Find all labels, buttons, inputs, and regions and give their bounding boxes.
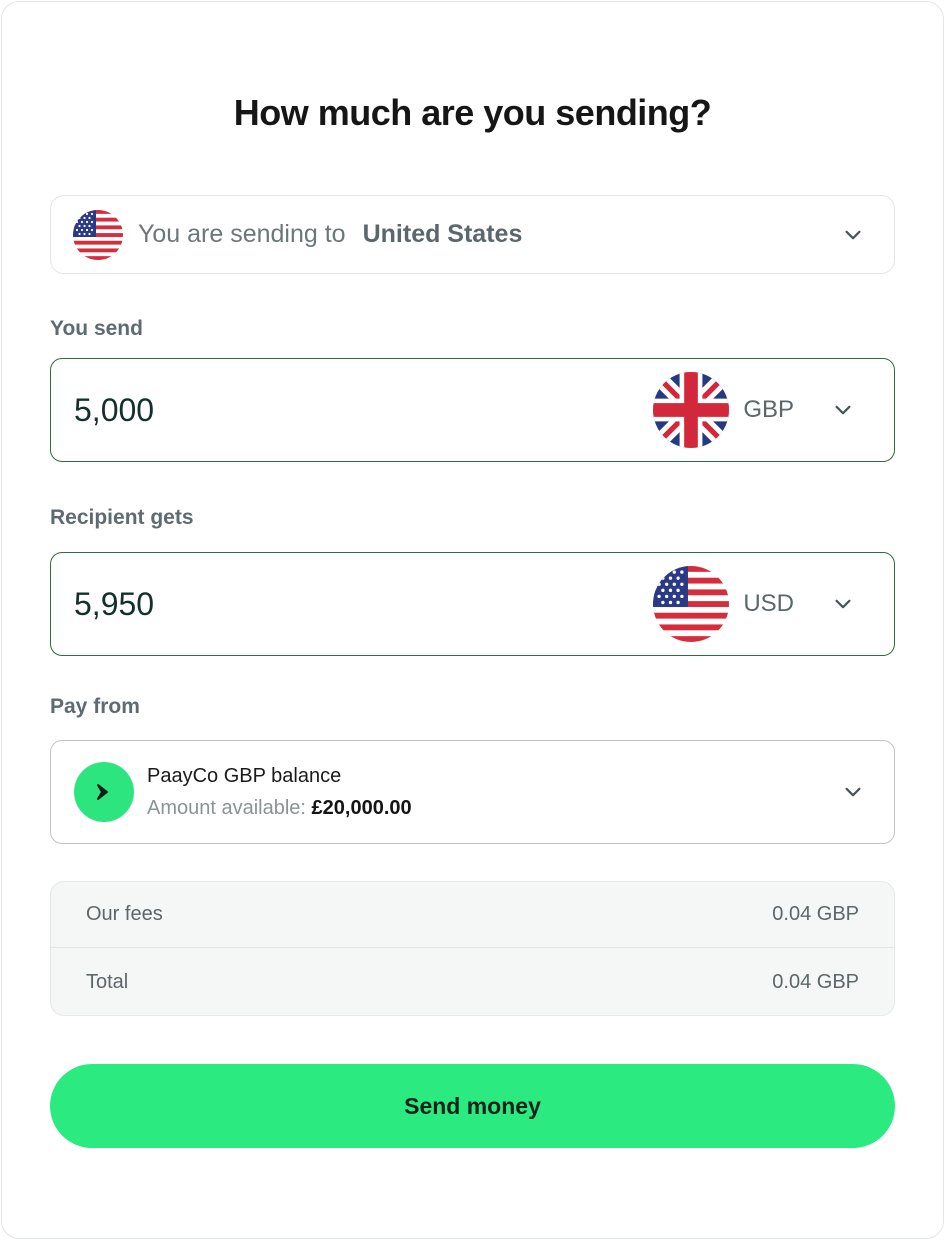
- uk-flag-icon: [653, 372, 729, 448]
- total-label: Total: [86, 970, 129, 993]
- fee-row: Our fees 0.04 GBP: [51, 882, 894, 948]
- total-row: Total 0.04 GBP: [51, 949, 894, 1015]
- send-money-button[interactable]: Send money: [50, 1064, 895, 1148]
- receive-currency-code: USD: [743, 590, 794, 617]
- available-label: Amount available:: [147, 796, 306, 819]
- fees-summary: Our fees 0.04 GBP Total 0.04 GBP: [50, 881, 895, 1016]
- destination-country: United States: [362, 220, 523, 248]
- receive-amount-input[interactable]: [74, 585, 574, 623]
- us-flag-icon: [653, 566, 729, 642]
- paayco-chevron-logo-icon: [74, 762, 134, 822]
- destination-label: You are sending to: [138, 220, 346, 248]
- fee-value: 0.04 GBP: [772, 903, 859, 925]
- chevron-down-icon: [832, 399, 854, 421]
- pay-from-label: Pay from: [50, 695, 140, 718]
- total-value: 0.04 GBP: [772, 970, 859, 993]
- send-amount-label: You send: [50, 317, 143, 340]
- send-amount-input[interactable]: [74, 391, 574, 429]
- chevron-down-icon: [842, 224, 864, 246]
- receive-currency-selector[interactable]: USD: [653, 553, 854, 655]
- fee-label: Our fees: [86, 903, 163, 925]
- chevron-down-icon: [832, 593, 854, 615]
- destination-country-selector[interactable]: You are sending to United States: [50, 195, 895, 274]
- pay-from-available: Amount available: £20,000.00: [147, 797, 412, 820]
- send-amount-field: GBP: [50, 358, 895, 462]
- page-title: How much are you sending?: [233, 92, 712, 133]
- pay-from-selector[interactable]: PaayCo GBP balance Amount available: £20…: [50, 740, 895, 844]
- us-flag-icon: [73, 210, 123, 260]
- available-amount: £20,000.00: [311, 796, 412, 819]
- send-currency-selector[interactable]: GBP: [653, 359, 854, 461]
- pay-from-account-name: PaayCo GBP balance: [147, 764, 342, 787]
- receive-amount-label: Recipient gets: [50, 506, 194, 529]
- chevron-down-icon: [842, 781, 864, 803]
- receive-amount-field: USD: [50, 552, 895, 656]
- send-currency-code: GBP: [743, 396, 794, 423]
